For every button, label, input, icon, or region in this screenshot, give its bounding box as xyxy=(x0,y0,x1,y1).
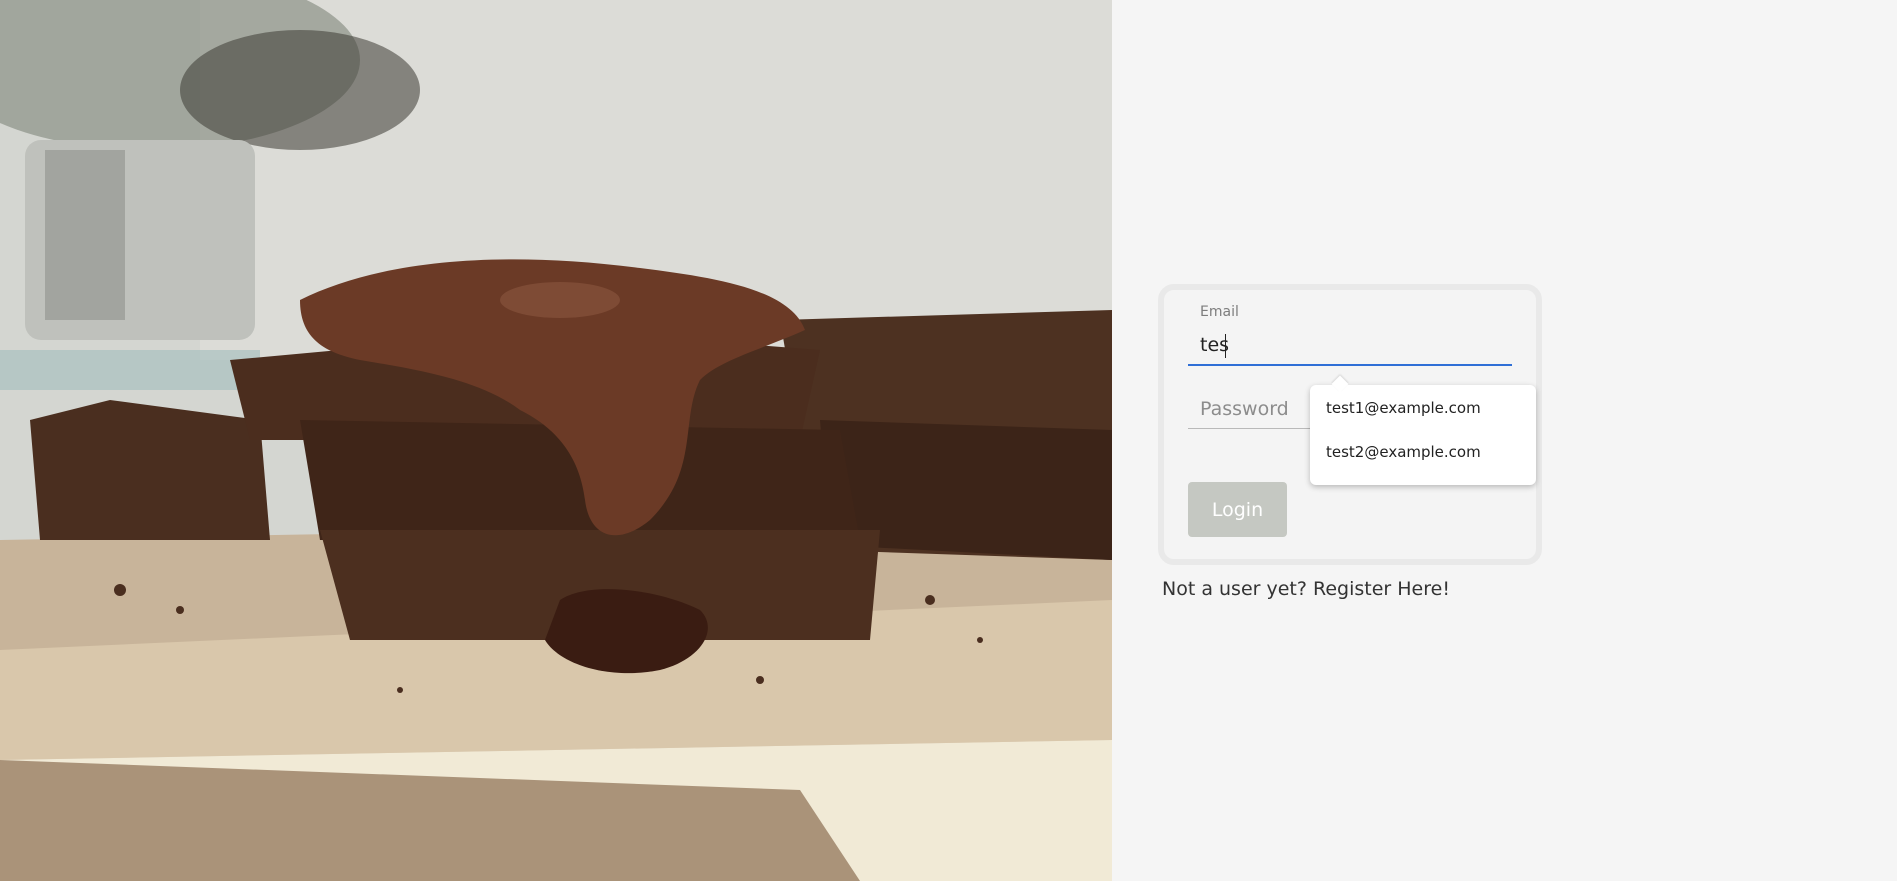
password-placeholder: Password xyxy=(1200,398,1289,420)
login-page: Email Password Login test1@example.com t… xyxy=(0,0,1897,881)
email-label: Email xyxy=(1200,304,1239,320)
email-autocomplete-dropdown: test1@example.com test2@example.com xyxy=(1310,385,1536,485)
email-input[interactable] xyxy=(1200,334,1500,356)
text-caret xyxy=(1225,334,1226,358)
login-button[interactable]: Login xyxy=(1188,482,1287,537)
autocomplete-option[interactable]: test1@example.com xyxy=(1310,393,1536,437)
register-link[interactable]: Not a user yet? Register Here! xyxy=(1162,578,1450,600)
brownie-hero-image xyxy=(0,0,1112,881)
email-field[interactable]: Email xyxy=(1188,304,1512,366)
autocomplete-option[interactable]: test2@example.com xyxy=(1310,437,1536,481)
